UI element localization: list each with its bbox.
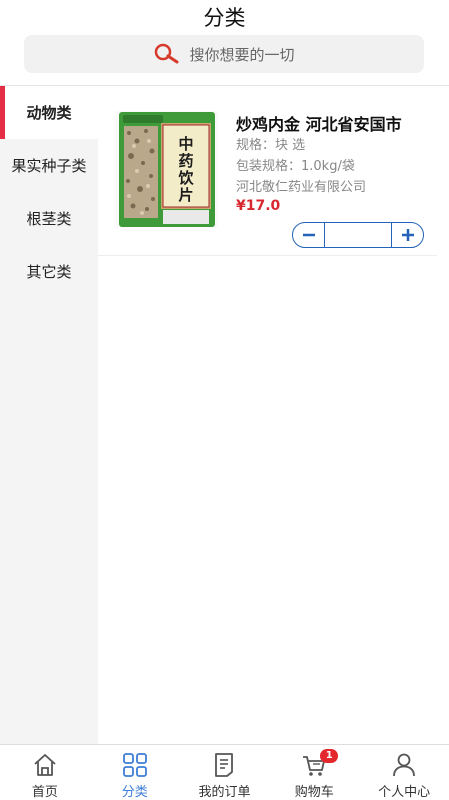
minus-icon <box>302 233 315 237</box>
tab-profile[interactable]: 个人中心 <box>359 745 449 800</box>
tab-home[interactable]: 首页 <box>0 745 90 800</box>
product-card[interactable]: 中 药 饮 片 炒鸡内金 河北省安国市 规格：块 选 包装规格：1.0kg/袋 … <box>98 86 437 256</box>
bottom-tab-bar: 首页 分类 我的订单 1 购物车 个人中心 <box>0 744 449 800</box>
product-spec: 规格：块 选 <box>236 138 306 153</box>
product-list: 中 药 饮 片 炒鸡内金 河北省安国市 规格：块 选 包装规格：1.0kg/袋 … <box>98 86 449 744</box>
product-package: 包装规格：1.0kg/袋 <box>236 159 355 174</box>
sidebar-item-fruit-seed[interactable]: 果实种子类 <box>0 139 98 192</box>
sidebar-item-label: 果实种子类 <box>11 157 87 175</box>
sidebar-item-root[interactable]: 根茎类 <box>0 192 98 245</box>
tab-label: 个人中心 <box>378 785 431 800</box>
page-title: 分类 <box>203 6 246 30</box>
tab-label: 购物车 <box>294 785 334 800</box>
search-bar[interactable]: 搜你想要的一切 <box>24 35 424 73</box>
sidebar-item-other[interactable]: 其它类 <box>0 245 98 298</box>
orders-icon <box>215 753 234 777</box>
tab-orders[interactable]: 我的订单 <box>180 745 270 800</box>
plus-icon <box>401 229 414 241</box>
category-sidebar: 动物类 果实种子类 根茎类 其它类 <box>0 86 98 744</box>
quantity-stepper <box>292 222 424 248</box>
product-name[interactable]: 炒鸡内金 河北省安国市 <box>236 111 402 135</box>
product-image[interactable]: 中 药 饮 片 <box>115 111 218 228</box>
svg-text:饮: 饮 <box>177 169 194 187</box>
sidebar-item-label: 根茎类 <box>26 210 72 228</box>
tab-label: 我的订单 <box>198 785 251 800</box>
decrease-button[interactable] <box>293 223 325 247</box>
svg-text:片: 片 <box>178 186 193 204</box>
quantity-input[interactable] <box>325 223 391 247</box>
tab-category[interactable]: 分类 <box>90 745 180 800</box>
increase-button[interactable] <box>391 223 423 247</box>
search-icon <box>155 43 179 64</box>
profile-icon <box>393 753 415 777</box>
sidebar-item-label: 其它类 <box>26 263 72 281</box>
tab-cart[interactable]: 1 购物车 <box>269 745 359 800</box>
home-icon <box>34 754 56 776</box>
product-price: ¥17.0 <box>236 198 281 214</box>
cart-badge: 1 <box>320 749 339 763</box>
search-placeholder: 搜你想要的一切 <box>189 45 295 64</box>
product-manufacturer: 河北敬仁药业有限公司 <box>236 180 367 195</box>
svg-text:中: 中 <box>178 135 193 153</box>
tab-label: 首页 <box>31 785 58 800</box>
sidebar-item-animal[interactable]: 动物类 <box>0 86 98 139</box>
header: 分类 搜你想要的一切 <box>0 0 449 86</box>
tab-label: 分类 <box>121 785 148 800</box>
category-icon <box>122 753 147 777</box>
svg-text:药: 药 <box>178 152 193 170</box>
sidebar-item-label: 动物类 <box>26 104 72 122</box>
